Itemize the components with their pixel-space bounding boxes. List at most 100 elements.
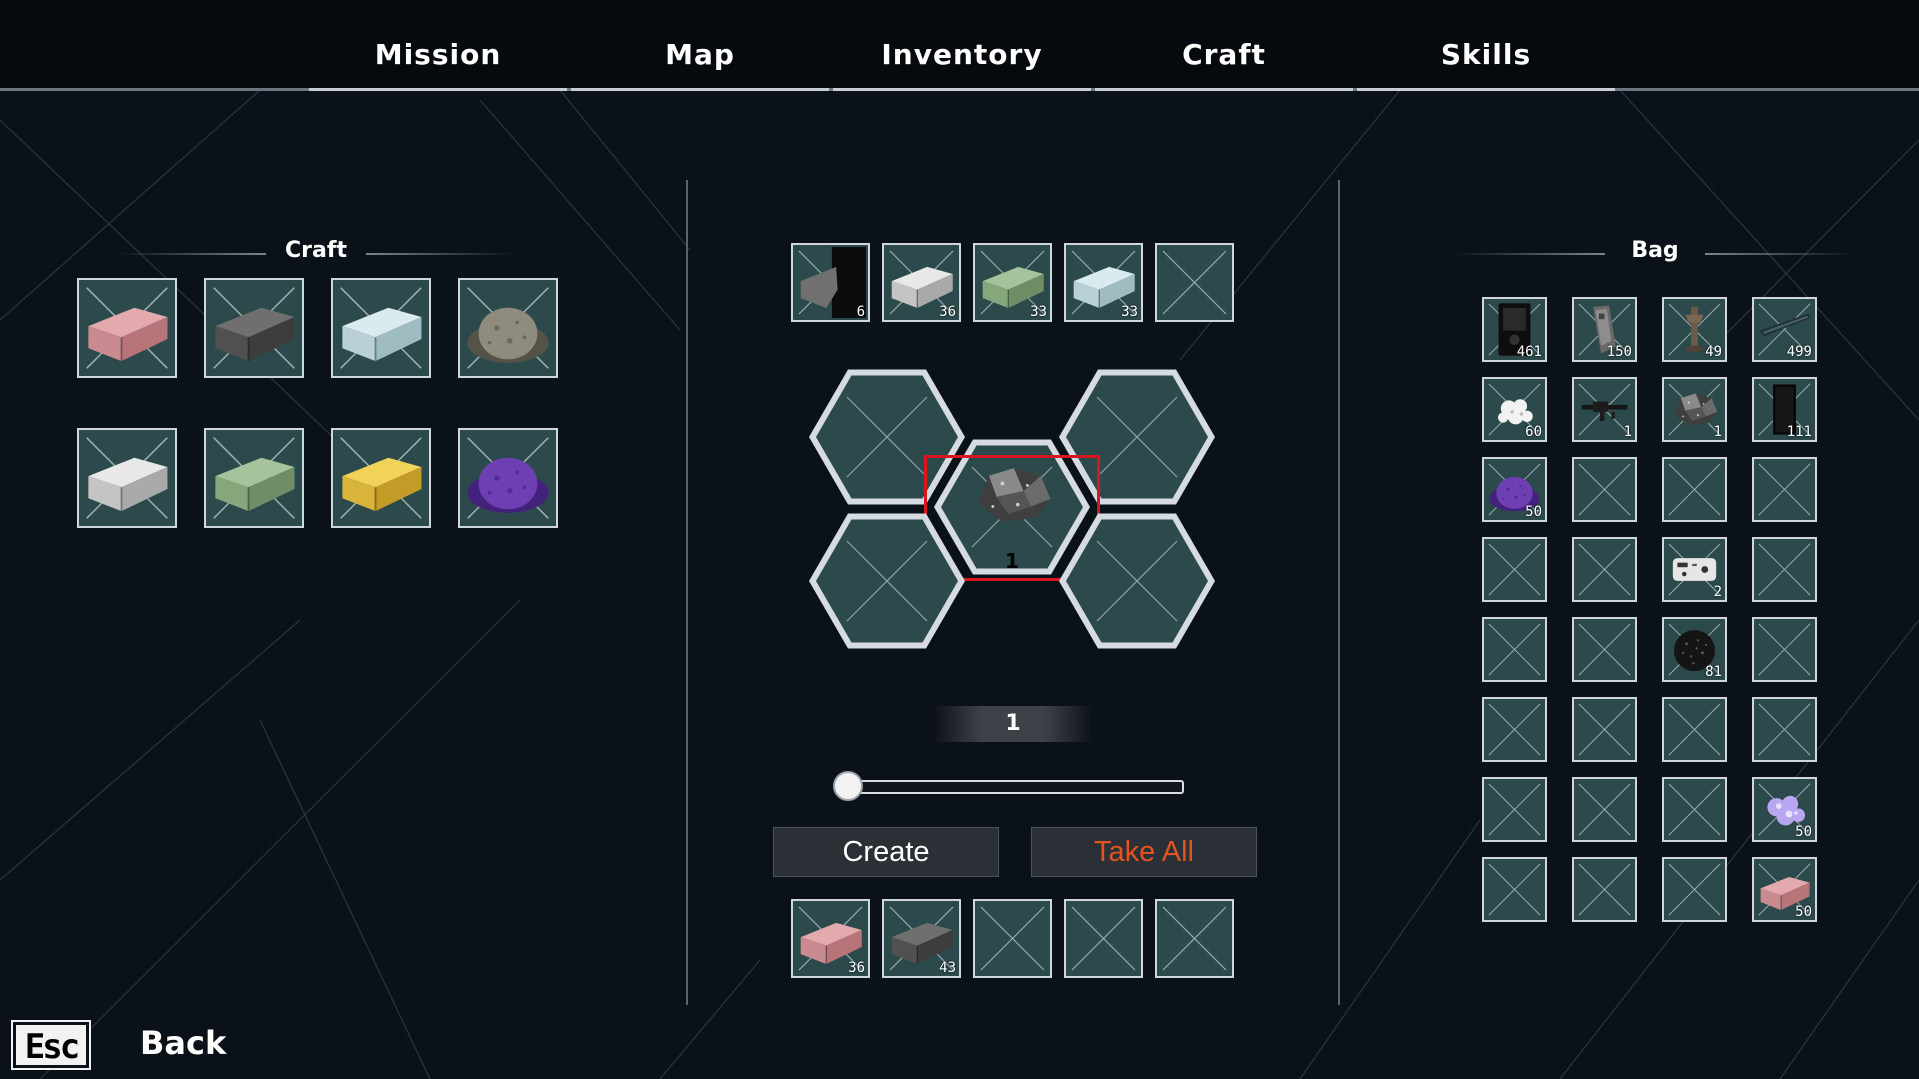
input-slot[interactable]: 33	[973, 243, 1052, 322]
input-slot[interactable]: 36	[882, 243, 961, 322]
item-count: 150	[1606, 344, 1632, 360]
bag-slot[interactable]	[1482, 777, 1547, 842]
bag-slot[interactable]	[1662, 697, 1727, 762]
output-slot[interactable]	[973, 899, 1052, 978]
ingot-darkgray-partial-icon	[795, 247, 866, 318]
bag-slot[interactable]: 50	[1752, 777, 1817, 842]
bag-slot[interactable]	[1572, 857, 1637, 922]
ingot-pink-icon	[81, 282, 173, 374]
bag-slot[interactable]	[1662, 457, 1727, 522]
tab-underline	[571, 88, 829, 91]
ingot-silver-icon	[81, 432, 173, 524]
back-label: Back	[140, 1024, 227, 1062]
item-count: 43	[939, 960, 956, 976]
tab-underline	[1357, 88, 1615, 91]
powder-gray-icon	[462, 282, 554, 374]
craft-recipe-slot[interactable]	[204, 278, 304, 378]
tab-underline	[833, 88, 1091, 91]
craft-title-rule-left	[118, 253, 266, 255]
bag-slot[interactable]: 50	[1752, 857, 1817, 922]
bag-slot[interactable]	[1752, 537, 1817, 602]
item-count: 50	[1795, 824, 1812, 840]
hex-ingredient-slot[interactable]	[807, 501, 967, 661]
bag-slot[interactable]: 50	[1482, 457, 1547, 522]
tab-craft[interactable]: Craft	[1093, 0, 1355, 91]
bag-slot[interactable]: 2	[1662, 537, 1727, 602]
tab-skills[interactable]: Skills	[1355, 0, 1617, 91]
item-count: 36	[939, 304, 956, 320]
item-count: 6	[856, 304, 865, 320]
bag-slot[interactable]: 60	[1482, 377, 1547, 442]
esc-key-label: Esc	[24, 1027, 80, 1067]
tab-underline	[1095, 88, 1353, 91]
ingot-darkgray-icon	[208, 282, 300, 374]
tab-craft-label: Craft	[1182, 38, 1266, 71]
bag-slot[interactable]	[1752, 697, 1817, 762]
bag-slot[interactable]	[1572, 617, 1637, 682]
tab-map[interactable]: Map	[569, 0, 831, 91]
ingot-lightblue-icon	[335, 282, 427, 374]
bag-slot[interactable]: 111	[1752, 377, 1817, 442]
quantity-display: 1	[935, 706, 1091, 742]
item-count: 60	[1525, 424, 1542, 440]
craft-recipe-slot[interactable]	[331, 278, 431, 378]
bag-slot[interactable]	[1482, 617, 1547, 682]
bag-slot[interactable]	[1482, 697, 1547, 762]
ingot-green-icon	[208, 432, 300, 524]
bag-slot[interactable]: 150	[1572, 297, 1637, 362]
bag-slot[interactable]: 461	[1482, 297, 1547, 362]
bag-slot[interactable]: 499	[1752, 297, 1817, 362]
item-count: 33	[1030, 304, 1047, 320]
create-button-label: Create	[842, 836, 930, 868]
bag-slot[interactable]	[1752, 457, 1817, 522]
tab-inventory[interactable]: Inventory	[831, 0, 1093, 91]
craft-recipe-slot[interactable]	[458, 278, 558, 378]
craft-recipe-slot[interactable]	[331, 428, 431, 528]
bag-slot[interactable]	[1752, 617, 1817, 682]
take-all-button[interactable]: Take All	[1031, 827, 1257, 877]
craft-recipe-slot[interactable]	[204, 428, 304, 528]
quantity-slider-handle[interactable]	[833, 771, 863, 801]
quantity-slider-track[interactable]	[847, 780, 1184, 794]
bag-panel-title: Bag	[1631, 238, 1679, 263]
create-button[interactable]: Create	[773, 827, 999, 877]
item-count: 461	[1516, 344, 1542, 360]
powder-purple-icon	[462, 432, 554, 524]
esc-key-badge[interactable]: Esc	[11, 1020, 91, 1070]
take-all-button-label: Take All	[1094, 836, 1194, 868]
ore-rock-icon	[956, 447, 1068, 543]
output-slot[interactable]: 43	[882, 899, 961, 978]
tab-mission[interactable]: Mission	[307, 0, 569, 91]
tab-mission-label: Mission	[374, 38, 502, 71]
output-slot[interactable]: 36	[791, 899, 870, 978]
tab-map-label: Map	[665, 38, 735, 71]
item-count: 1	[1623, 424, 1632, 440]
hex-ingredient-slot[interactable]	[1057, 501, 1217, 661]
bag-slot[interactable]: 81	[1662, 617, 1727, 682]
bag-slot[interactable]: 1	[1662, 377, 1727, 442]
item-count: 1	[1713, 424, 1722, 440]
bag-slot[interactable]	[1572, 537, 1637, 602]
craft-recipe-slot[interactable]	[77, 278, 177, 378]
item-count: 33	[1121, 304, 1138, 320]
bag-slot[interactable]	[1662, 857, 1727, 922]
back-button[interactable]: Back	[140, 1024, 226, 1062]
craft-recipe-slot[interactable]	[77, 428, 177, 528]
bag-slot[interactable]: 49	[1662, 297, 1727, 362]
bag-slot[interactable]	[1482, 537, 1547, 602]
item-count: 50	[1525, 504, 1542, 520]
item-count: 50	[1795, 904, 1812, 920]
output-slot[interactable]	[1155, 899, 1234, 978]
output-slot[interactable]	[1064, 899, 1143, 978]
bag-slot[interactable]	[1572, 697, 1637, 762]
craft-recipe-slot[interactable]	[458, 428, 558, 528]
bag-slot[interactable]	[1572, 457, 1637, 522]
bag-slot[interactable]: 1	[1572, 377, 1637, 442]
bag-slot[interactable]	[1482, 857, 1547, 922]
input-slot[interactable]: 33	[1064, 243, 1143, 322]
bag-slot[interactable]	[1662, 777, 1727, 842]
input-slot[interactable]: 6	[791, 243, 870, 322]
input-slot[interactable]	[1155, 243, 1234, 322]
tab-inventory-label: Inventory	[881, 38, 1043, 71]
bag-slot[interactable]	[1572, 777, 1637, 842]
